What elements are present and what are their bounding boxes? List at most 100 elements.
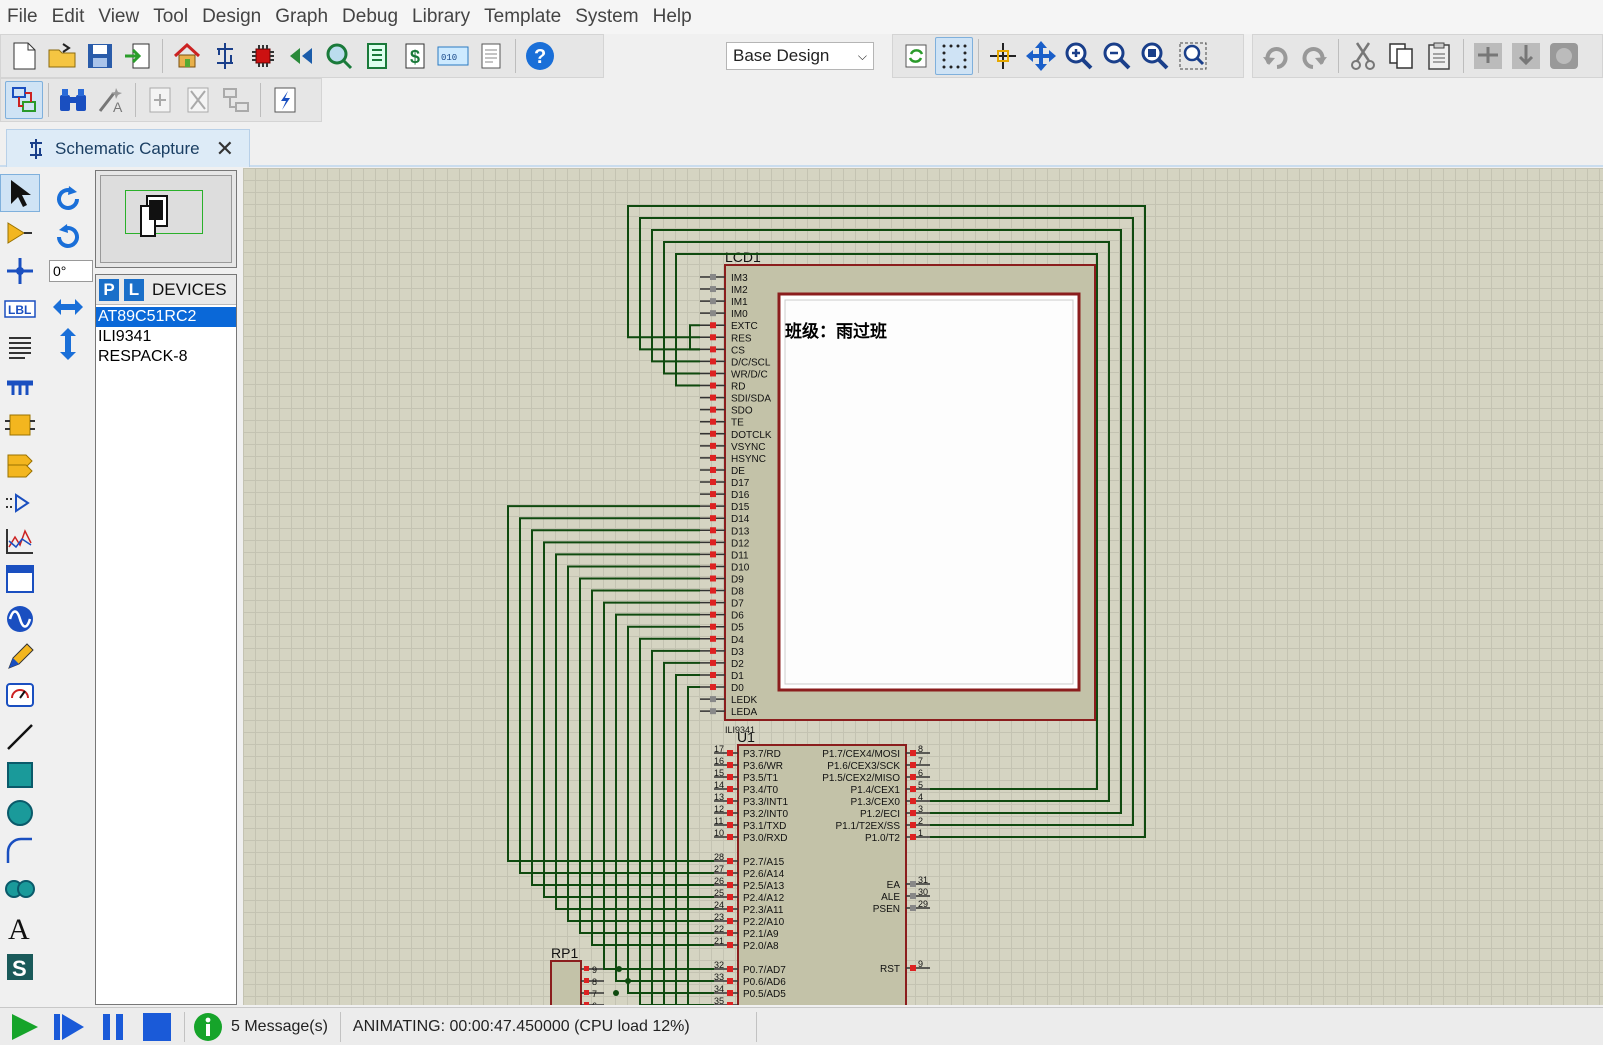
mcu-pin-state[interactable] <box>910 905 916 911</box>
lcd-pin-label[interactable]: SDI/SDA <box>731 394 771 405</box>
lcd-pin-label[interactable]: D/C/SCL <box>731 357 771 368</box>
mcu-pin-number[interactable]: 14 <box>714 780 724 790</box>
mirror-y-button[interactable] <box>48 325 88 363</box>
graph-tool[interactable] <box>0 522 40 560</box>
step-button[interactable] <box>50 1010 88 1044</box>
search-component-button[interactable] <box>54 81 92 119</box>
symbol-tool[interactable]: S <box>0 948 40 986</box>
lcd-pin-label[interactable]: IM1 <box>731 297 748 308</box>
lcd-pin-label[interactable]: TE <box>731 418 744 429</box>
mcu-pin-label[interactable]: P2.7/A15 <box>743 857 785 868</box>
path-tool[interactable] <box>0 870 40 908</box>
mcu-pin-state[interactable] <box>727 858 733 864</box>
mcu-pin-state[interactable] <box>727 822 733 828</box>
menu-system[interactable]: System <box>568 0 645 34</box>
text-tool[interactable]: A <box>0 908 40 946</box>
component-mode-tool[interactable] <box>0 214 40 252</box>
mcu-pin-state[interactable] <box>910 774 916 780</box>
mcu-pin-number[interactable]: 8 <box>918 744 923 754</box>
mcu-pin-number[interactable]: 33 <box>714 972 724 982</box>
mcu-pin-state[interactable] <box>727 930 733 936</box>
mcu-pin-number[interactable]: 11 <box>714 816 723 826</box>
mcu-pin-label[interactable]: P1.7/CEX4/MOSI <box>822 749 900 760</box>
mcu-pin-number[interactable]: 27 <box>714 864 724 874</box>
mcu-pin-label[interactable]: P2.6/A14 <box>743 869 785 880</box>
lcd-pin-state[interactable] <box>710 587 716 594</box>
mcu-pin-number[interactable]: 34 <box>714 984 724 994</box>
mcu-pin-number[interactable]: 26 <box>714 876 724 886</box>
mcu-pin-number[interactable]: 7 <box>918 756 923 766</box>
mcu-pin-number[interactable]: 6 <box>918 768 923 778</box>
lcd-pin-state[interactable] <box>710 466 716 473</box>
lcd-pin-label[interactable]: D3 <box>731 647 744 658</box>
mcu-pin-number[interactable]: 15 <box>714 768 724 778</box>
info-icon[interactable] <box>193 1012 223 1042</box>
mcu-pin-state[interactable] <box>727 918 733 924</box>
mcu-pin-state[interactable] <box>910 965 916 971</box>
source-code-button[interactable]: 010 <box>434 37 472 75</box>
lcd-pin-label[interactable]: D15 <box>731 502 750 513</box>
mcu-pin-number[interactable]: 35 <box>714 996 724 1005</box>
zoom-all-button[interactable] <box>1136 37 1174 75</box>
selection-mode-button[interactable] <box>0 174 40 212</box>
mcu-pin-state[interactable] <box>727 882 733 888</box>
save-button[interactable] <box>81 37 119 75</box>
lcd-pin-state[interactable] <box>710 515 716 522</box>
import-button[interactable] <box>119 37 157 75</box>
property-tool-button[interactable]: A <box>92 81 130 119</box>
lcd-pin-label[interactable]: D8 <box>731 587 744 598</box>
mcu-pin-label[interactable]: P3.7/RD <box>743 749 781 760</box>
rp1-pin-number[interactable]: 7 <box>592 989 597 999</box>
lcd-pin-state[interactable] <box>710 310 716 317</box>
lcd-pin-label[interactable]: SDO <box>731 406 753 417</box>
mcu-pin-state[interactable] <box>910 834 916 840</box>
mcu-pin-label[interactable]: P1.1/T2EX/SS <box>836 821 901 832</box>
lcd-pin-label[interactable]: D0 <box>731 683 744 694</box>
lcd-pin-state[interactable] <box>710 696 716 703</box>
overview-window[interactable] <box>95 170 237 268</box>
mcu-pin-state[interactable] <box>910 881 916 887</box>
mcu-pin-label[interactable]: P3.2/INT0 <box>743 809 788 820</box>
mcu-pin-label[interactable]: P1.4/CEX1 <box>851 785 901 796</box>
mcu-pin-number[interactable]: 22 <box>714 924 724 934</box>
menu-view[interactable]: View <box>91 0 146 34</box>
zoom-out-button[interactable] <box>1098 37 1136 75</box>
schematic-canvas[interactable]: LCD1 ILI9341 班级：雨过班 IM3 IM2 IM1 IM0 EXTC RES CS D/… <box>243 168 1603 1005</box>
lcd-pin-label[interactable]: HSYNC <box>731 454 766 465</box>
mirror-x-button[interactable] <box>48 288 88 326</box>
lcd-pin-state[interactable] <box>710 563 716 570</box>
lcd-pin-label[interactable]: CS <box>731 345 745 356</box>
mcu-pin-label[interactable]: P0.7/AD7 <box>743 965 786 976</box>
mcu-pin-state[interactable] <box>910 822 916 828</box>
mcu-pin-label[interactable]: P3.6/WR <box>743 761 783 772</box>
play-button[interactable] <box>6 1010 44 1044</box>
mcu-pin-label[interactable]: P2.4/A12 <box>743 893 785 904</box>
lcd-pin-label[interactable]: D9 <box>731 575 744 586</box>
cut-button[interactable] <box>1344 37 1382 75</box>
lcd-pin-state[interactable] <box>710 527 716 534</box>
lcd-pin-state[interactable] <box>710 418 716 425</box>
lcd-pin-state[interactable] <box>710 671 716 678</box>
rp1-pin-number[interactable]: 9 <box>592 965 597 975</box>
menu-tool[interactable]: Tool <box>146 0 195 34</box>
mcu-pin-label[interactable]: ALE <box>881 892 900 903</box>
subcircuit-tool[interactable] <box>0 406 40 444</box>
copy-button[interactable] <box>1382 37 1420 75</box>
mcu-pin-state[interactable] <box>727 834 733 840</box>
mcu-pin-label[interactable]: P0.6/AD6 <box>743 977 786 988</box>
lcd-pin-state[interactable] <box>710 503 716 510</box>
mcu-pin-number[interactable]: 5 <box>918 780 923 790</box>
exit-to-parent-button[interactable] <box>217 81 255 119</box>
design-variant-dropdown[interactable]: Base Design ⌵ <box>726 42 874 70</box>
text-script-tool[interactable] <box>0 328 40 366</box>
mcu-pin-state[interactable] <box>727 942 733 948</box>
lcd-pin-state[interactable] <box>710 479 716 486</box>
mcu-pin-state[interactable] <box>727 798 733 804</box>
library-manager-button[interactable]: L <box>124 278 144 301</box>
menu-graph[interactable]: Graph <box>268 0 335 34</box>
active-popup-tool[interactable] <box>0 560 40 598</box>
probe-tool[interactable] <box>0 638 40 676</box>
zoom-area-button[interactable] <box>1174 37 1212 75</box>
lcd-pin-state[interactable] <box>710 611 716 618</box>
mcu-pin-state[interactable] <box>910 893 916 899</box>
